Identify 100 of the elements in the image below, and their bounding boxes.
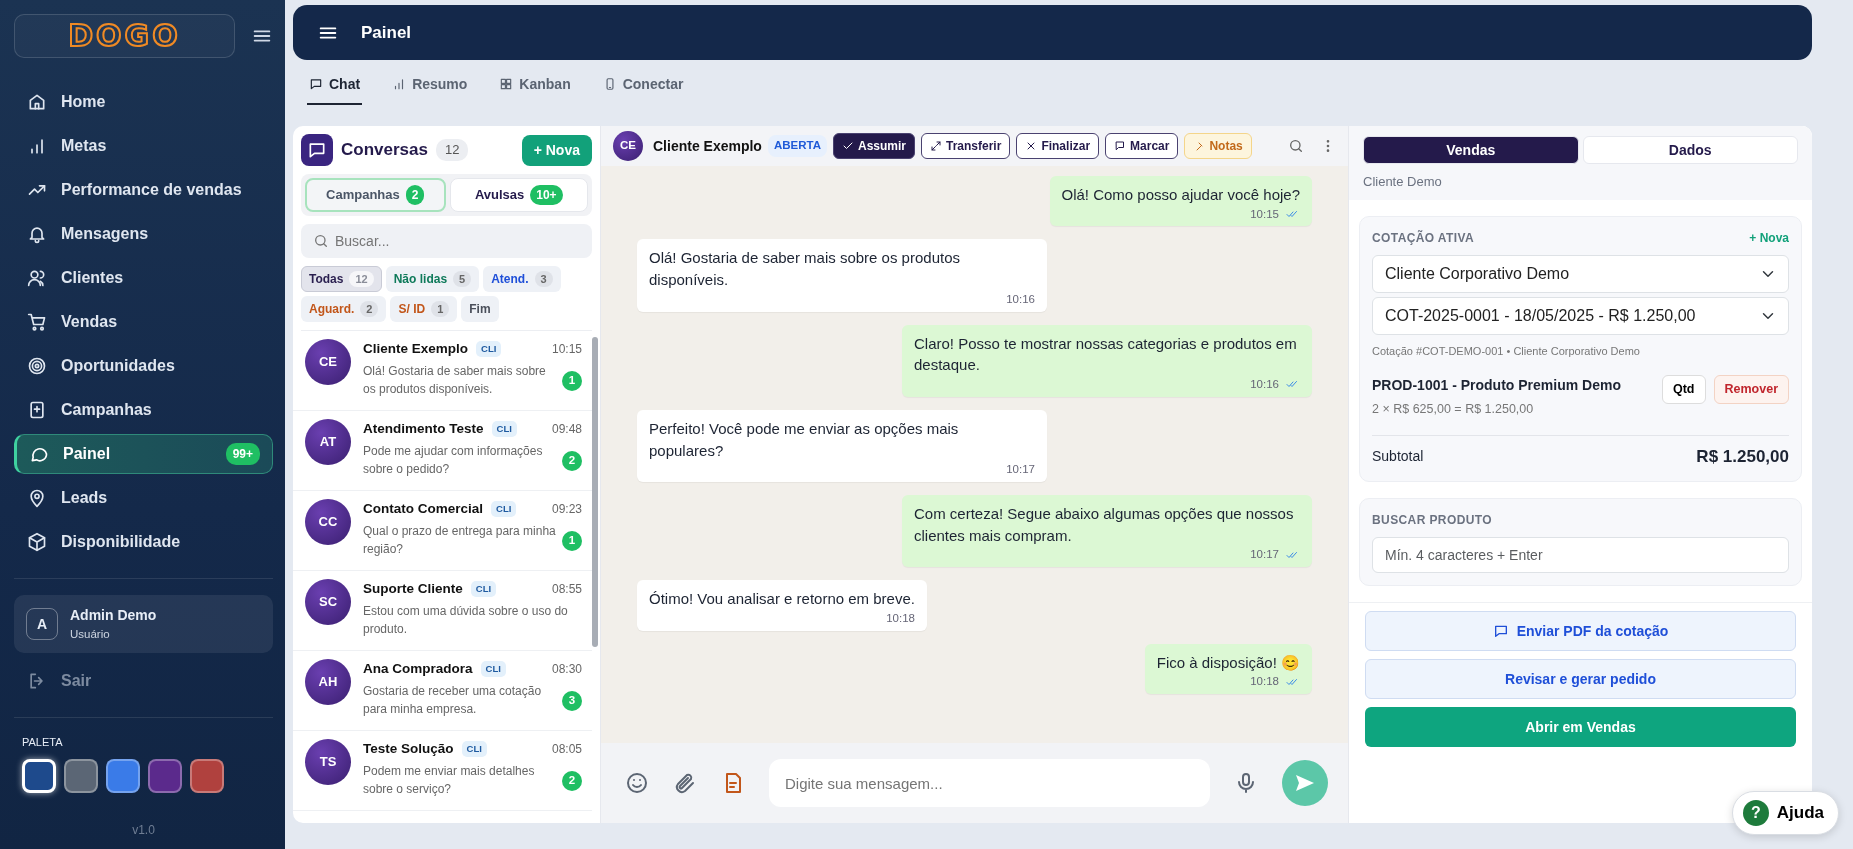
- message-text: Perfeito! Você pode me enviar as opções mais populares?: [649, 418, 960, 461]
- message-preview: Qual o prazo de entrega para minha região?: [363, 523, 557, 558]
- action-button[interactable]: Notas: [1184, 133, 1252, 159]
- conversation-item[interactable]: CE Cliente Exemplo CLI 10:15 Olá! Gostaria de saber mais sobre os produtos disponíveis. 1: [293, 331, 592, 411]
- time-text: 10:16: [1250, 377, 1279, 393]
- expand-arrows-icon: [930, 140, 942, 152]
- quantity-button[interactable]: Qtd: [1661, 375, 1706, 404]
- client-name: Cliente Demo: [1363, 173, 1443, 191]
- smiley-icon: [625, 771, 649, 795]
- tab[interactable]: Dados: [1582, 136, 1798, 164]
- quote-select[interactable]: COT-2025-0001 - 18/05/2025 - R$ 1.250,00: [1372, 296, 1789, 335]
- message-preview: Pode me ajudar com informações sobre o pedido?: [363, 443, 544, 478]
- contact-name: Ana Compradora: [363, 660, 473, 678]
- time-text: 10:15: [551, 341, 582, 359]
- message-preview: Olá! Gostaria de saber mais sobre os produtos disponíveis.: [363, 363, 547, 398]
- contact-name: Contato Comercial: [363, 500, 484, 518]
- search-icon: [313, 233, 329, 249]
- check-icon: [842, 140, 854, 152]
- message-preview: Gostaria de receber uma cotação para minha empresa.: [363, 683, 543, 718]
- filter-chip[interactable]: Todas 12: [301, 266, 382, 292]
- message-text: Olá! Como posso ajudar você hoje?: [1061, 185, 1300, 205]
- count-badge: 99+: [225, 443, 260, 465]
- status-badge: ABERTA: [767, 135, 827, 157]
- conversation-item[interactable]: TS Teste Solução CLI 08:05 Podem me enviar mais detalhes sobre o serviço? 2: [293, 731, 592, 811]
- count-badge: 12: [435, 139, 469, 161]
- page-title: Painel: [361, 21, 412, 44]
- action-button[interactable]: Enviar PDF da cotação: [1365, 611, 1796, 652]
- time-text: 09:23: [551, 501, 582, 519]
- conversation-item[interactable]: AH Ana Compradora CLI 08:30 Gostaria de receber uma cotação para minha empresa. 3: [293, 651, 592, 731]
- segment-tab[interactable]: Avulsas 10+: [449, 178, 588, 212]
- tag: CLI: [476, 341, 502, 358]
- sidebar-item[interactable]: Painel 99+: [14, 434, 273, 474]
- contact-name: Suporte Cliente: [363, 580, 463, 598]
- sidebar-item[interactable]: Clientes: [14, 258, 273, 298]
- time-text: 10:18: [886, 610, 915, 626]
- contact-name: Teste Solução: [363, 740, 454, 758]
- sidebar-item[interactable]: Vendas: [14, 302, 273, 342]
- conversation-item[interactable]: SC Suporte Cliente CLI 08:55 Estou com uma dúvida sobre o uso do produto.: [293, 571, 592, 651]
- contact-name: Atendimento Teste: [363, 420, 484, 438]
- conversation-item[interactable]: AT Atendimento Teste CLI 09:48 Pode me ajudar com informações sobre o pedido? 2: [293, 411, 592, 491]
- action-button[interactable]: Transferir: [921, 133, 1011, 159]
- tag: CLI: [461, 741, 487, 758]
- unread-badge: 1: [562, 370, 582, 391]
- remove-button[interactable]: Remover: [1713, 375, 1789, 404]
- filter-chip[interactable]: Aguard. 2: [301, 296, 387, 322]
- time-text: 08:30: [551, 661, 582, 679]
- avatar: CE: [305, 339, 351, 385]
- product-name: PROD-1001 - Produto Premium Demo: [1372, 376, 1622, 395]
- product-search-field[interactable]: Mín. 4 caracteres + Enter: [1372, 537, 1789, 574]
- users-icon: [27, 268, 47, 288]
- action-button[interactable]: Finalizar: [1016, 133, 1100, 159]
- filter-chip[interactable]: S/ ID 1: [390, 296, 458, 322]
- tag: CLI: [470, 581, 497, 598]
- palette-swatch[interactable]: [22, 758, 56, 793]
- scrollbar-thumb[interactable]: [592, 337, 598, 647]
- target-icon: [27, 356, 47, 376]
- sidebar-item[interactable]: Home: [14, 82, 273, 122]
- sidebar-item[interactable]: Disponibilidade: [14, 522, 273, 562]
- sidebar-item[interactable]: Metas: [14, 126, 273, 166]
- message-input[interactable]: Digite sua mensagem...: [769, 759, 1210, 807]
- unread-badge: 2: [562, 450, 582, 471]
- section-title: BUSCAR PRODUTO: [1372, 512, 1494, 530]
- sidebar-item[interactable]: Oportunidades: [14, 346, 273, 386]
- sidebar-item[interactable]: Performance de vendas: [14, 170, 273, 210]
- filter-chip[interactable]: Não lidas 5: [385, 266, 480, 292]
- avatar: AH: [305, 659, 351, 705]
- help-button[interactable]: ? Ajuda: [1731, 791, 1839, 835]
- search-field[interactable]: Buscar...: [301, 224, 592, 258]
- palette-swatch[interactable]: [106, 758, 140, 793]
- message-text: Ótimo! Vou analisar e retorno em breve.: [649, 589, 915, 610]
- action-button[interactable]: Marcar: [1105, 133, 1179, 159]
- book-plus-icon: [27, 400, 47, 420]
- conversation-item[interactable]: CC Contato Comercial CLI 09:23 Qual o prazo de entrega para minha região? 1: [293, 491, 592, 571]
- tab[interactable]: Kanban: [497, 65, 573, 105]
- action-button[interactable]: Assumir: [833, 133, 915, 159]
- palette-swatch[interactable]: [190, 758, 224, 793]
- sidebar-item[interactable]: Leads: [14, 478, 273, 518]
- sidebar-item[interactable]: Campanhas: [14, 390, 273, 430]
- tab[interactable]: Resumo: [390, 65, 470, 105]
- time-text: 10:18: [1250, 674, 1279, 690]
- time-text: 09:48: [551, 421, 582, 439]
- palette-swatch[interactable]: [148, 758, 182, 793]
- palette-title: PALETA: [21, 735, 64, 751]
- palette-swatch[interactable]: [64, 758, 98, 793]
- sidebar-item[interactable]: Mensagens: [14, 214, 273, 254]
- segment-tab[interactable]: Campanhas 2: [305, 178, 446, 212]
- client-select[interactable]: Cliente Corporativo Demo: [1372, 254, 1789, 293]
- contact-name: Cliente Exemplo: [653, 136, 762, 156]
- filter-chip[interactable]: Atend. 3: [483, 266, 561, 292]
- filter-chip[interactable]: Fim: [461, 296, 499, 322]
- time-text: 08:55: [551, 581, 582, 599]
- tag: CLI: [480, 661, 506, 678]
- tab[interactable]: Conectar: [600, 65, 686, 105]
- tab[interactable]: Vendas: [1363, 136, 1579, 164]
- action-button[interactable]: Revisar e gerar pedido: [1365, 659, 1796, 700]
- avatar: CC: [305, 499, 351, 545]
- message-preview: Estou com uma dúvida sobre o uso do produto.: [363, 603, 569, 638]
- tab[interactable]: Chat: [307, 65, 363, 105]
- unread-badge: 2: [562, 770, 582, 791]
- message-text: Olá! Gostaria de saber mais sobre os produtos disponíveis.: [649, 248, 961, 291]
